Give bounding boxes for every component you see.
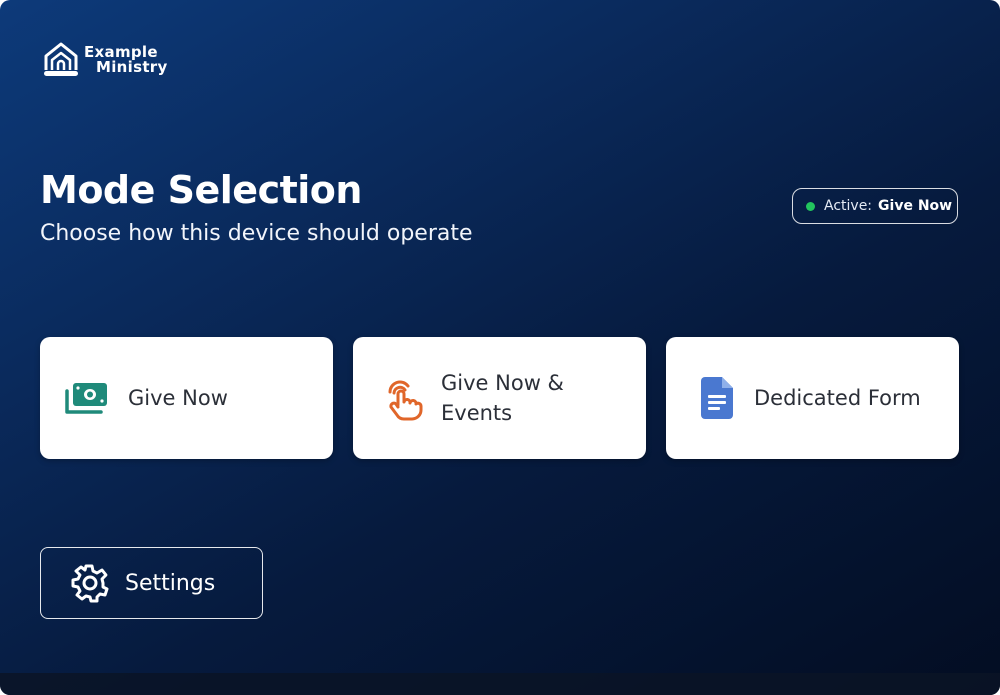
mode-label: Give Now bbox=[128, 386, 228, 410]
tap-hand-icon bbox=[388, 380, 423, 421]
mode-label: Give Now & Events bbox=[441, 371, 564, 425]
brand-name-line2: Ministry bbox=[96, 58, 168, 76]
active-mode-value: Give Now bbox=[878, 198, 953, 214]
mode-card-give-now-events[interactable]: Give Now & Events bbox=[353, 337, 646, 459]
mode-selection-screen: Example Ministry Mode Selection Choose h… bbox=[0, 0, 1000, 695]
bottom-bar bbox=[0, 673, 1000, 695]
settings-button[interactable]: Settings bbox=[40, 547, 263, 619]
document-icon bbox=[701, 377, 733, 419]
active-mode-badge: Active: Give Now bbox=[792, 188, 958, 224]
brand-logo: Example Ministry bbox=[42, 40, 168, 80]
gear-icon bbox=[71, 564, 109, 603]
church-building-icon bbox=[44, 42, 78, 76]
settings-label: Settings bbox=[125, 570, 216, 596]
mode-label: Dedicated Form bbox=[754, 386, 921, 410]
money-stack-icon bbox=[65, 383, 107, 414]
mode-card-give-now[interactable]: Give Now bbox=[40, 337, 333, 459]
mode-card-dedicated-form[interactable]: Dedicated Form bbox=[666, 337, 959, 459]
active-status-dot bbox=[806, 201, 815, 211]
page-title: Mode Selection bbox=[40, 168, 362, 212]
page-subtitle: Choose how this device should operate bbox=[40, 221, 473, 246]
active-mode-label: Active: bbox=[824, 198, 873, 214]
